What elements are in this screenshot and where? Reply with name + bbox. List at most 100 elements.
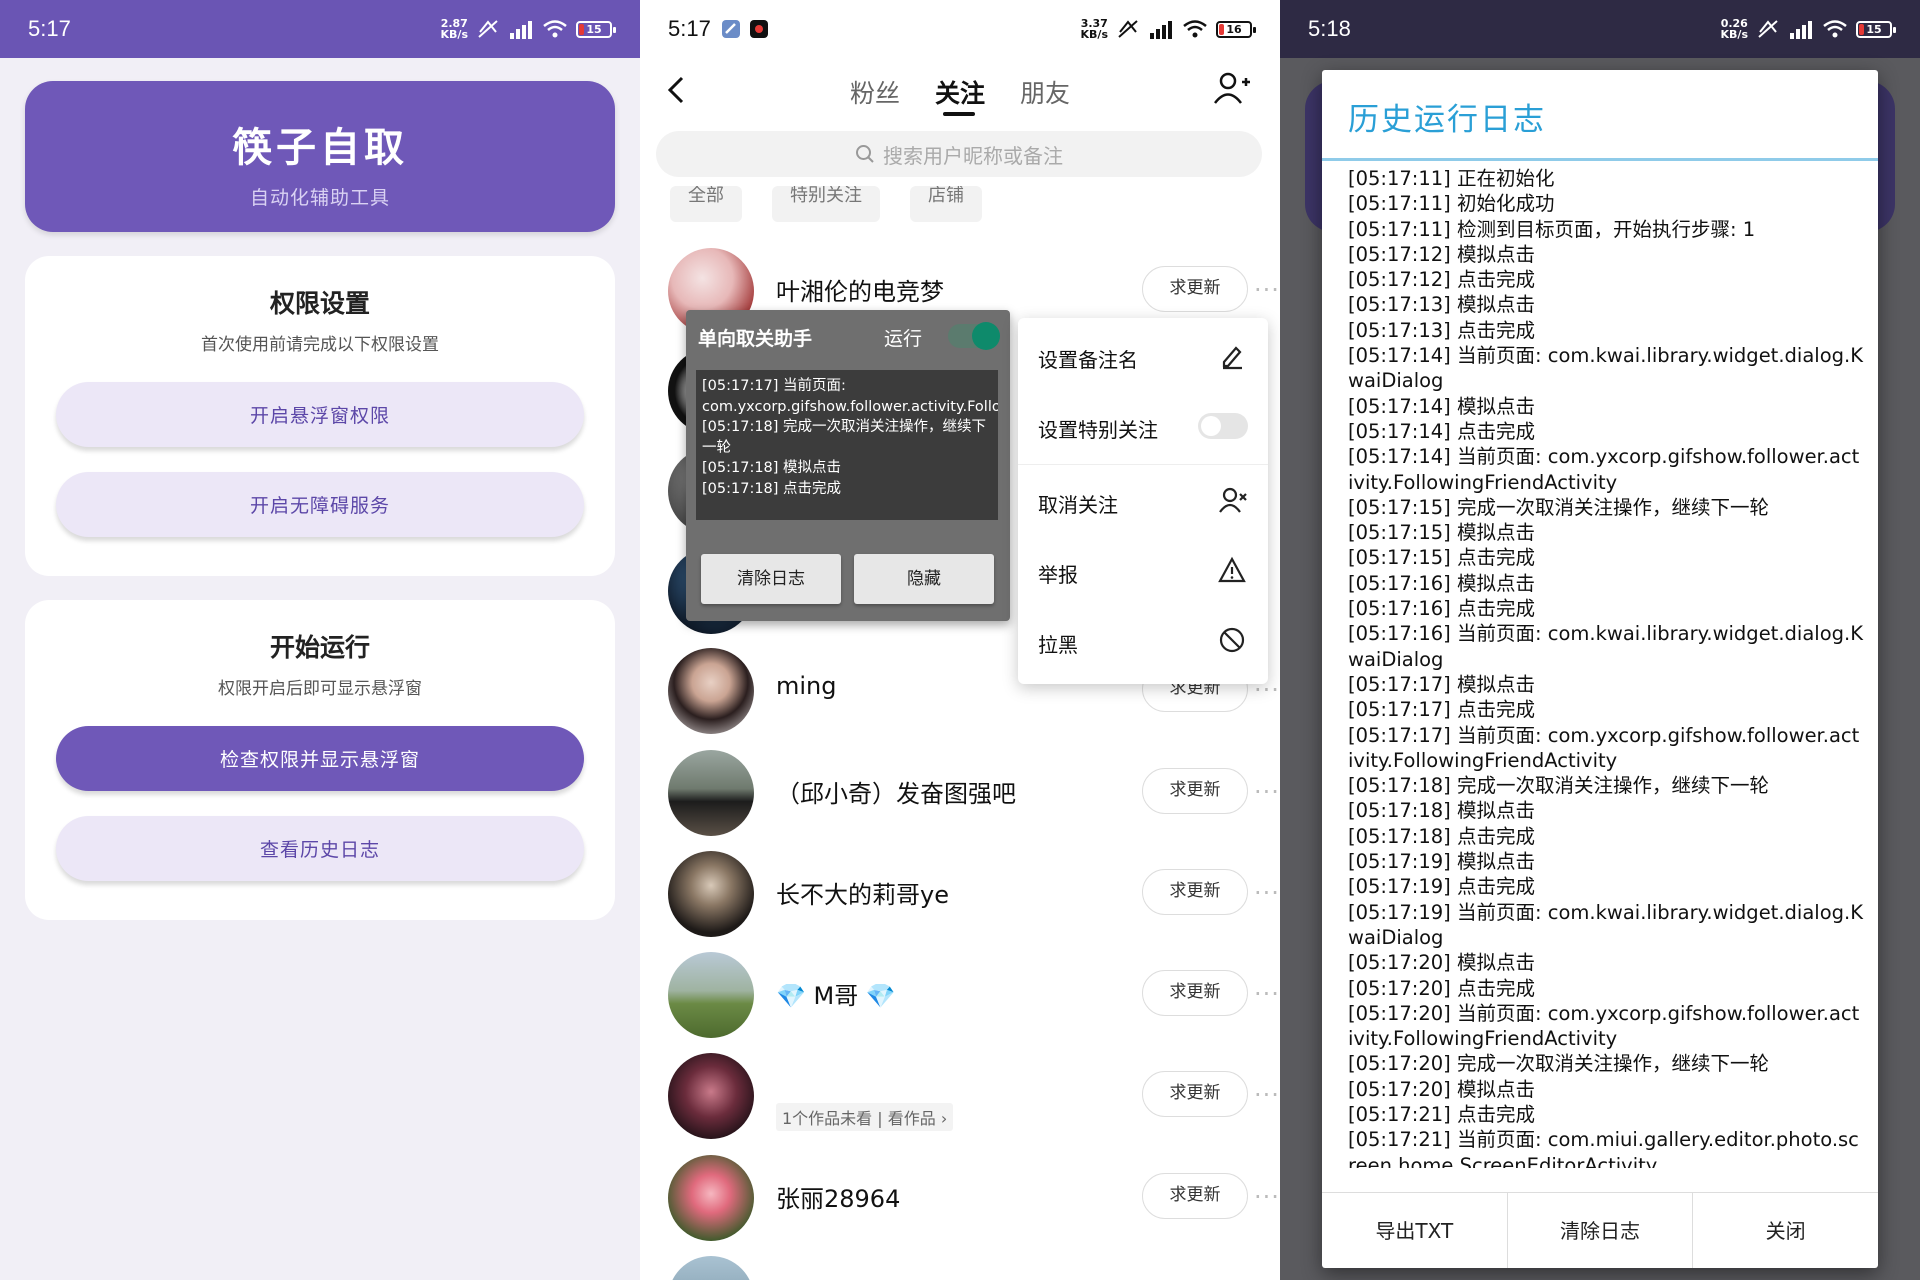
avatar[interactable] <box>668 851 754 937</box>
app-subtitle: 自动化辅助工具 <box>249 187 390 209</box>
add-friend-icon[interactable] <box>1212 70 1252 106</box>
request-update-button[interactable]: 求更新 <box>1142 869 1248 915</box>
user-name: （邱小奇）发奋图强吧 <box>776 780 1016 808</box>
app-title: 筷子自取 <box>232 125 408 171</box>
request-update-button[interactable]: 求更新 <box>1142 970 1248 1016</box>
log-line: [05:17:20] 当前页面: com.yxcorp.gifshow.foll… <box>1348 1001 1860 1051</box>
history-log-dialog: 历史运行日志 [05:17:11] 正在初始化 [05:17:11] 初始化成功[… <box>1322 70 1878 1268</box>
log-list[interactable]: [05:17:11] 正在初始化 [05:17:11] 初始化成功 [05:17:1… <box>1348 166 1864 1168</box>
clear-log-button[interactable]: 清除日志 <box>1508 1193 1694 1268</box>
enable-accessibility-button[interactable]: 开启无障碍服务 <box>56 472 584 537</box>
back-arrow-icon[interactable] <box>664 74 690 106</box>
more-icon[interactable]: ··· <box>1254 980 1280 1008</box>
close-button[interactable]: 关闭 <box>1693 1193 1878 1268</box>
user-name: 💎 M哥 💎 <box>776 982 896 1010</box>
run-card: 开始运行 权限开启后即可显示悬浮窗 检查权限并显示悬浮窗 查看历史日志 <box>25 600 615 920</box>
menu-item-set-remark[interactable]: 设置备注名 <box>1038 344 1138 373</box>
log-line: [05:17:20] 模拟点击 <box>1348 951 1535 975</box>
log-line: [05:17:20] 点击完成 <box>1348 976 1535 1000</box>
menu-divider <box>1018 464 1268 465</box>
log-line: [05:17:11] 初始化成功 <box>1348 192 1555 216</box>
status-bar: 5:17 3.37 KB/s 16 <box>640 0 1280 58</box>
helper-log: [05:17:17] 当前页面: com.yxcorp.gifshow.foll… <box>696 370 998 520</box>
log-line: [05:17:14] 点击完成 <box>1348 419 1535 443</box>
view-history-button[interactable]: 查看历史日志 <box>56 816 584 881</box>
user-name: 长不大的莉哥ye <box>776 881 949 909</box>
check-permission-button[interactable]: 检查权限并显示悬浮窗 <box>56 726 584 791</box>
clear-log-button[interactable]: 清除日志 <box>701 554 841 604</box>
more-icon[interactable]: ··· <box>1254 1081 1280 1109</box>
special-follow-toggle[interactable] <box>1198 413 1248 439</box>
more-icon[interactable]: ··· <box>1254 778 1280 806</box>
avatar[interactable] <box>668 648 754 734</box>
list-item[interactable]: （邱小奇）发奋图强吧 求更新 ··· <box>668 750 1279 838</box>
list-item[interactable]: 张丽28964 求更新 ··· <box>668 1155 1279 1243</box>
permission-title: 权限设置 <box>269 289 370 318</box>
tab-friends[interactable]: 朋友 <box>1020 74 1070 110</box>
avatar[interactable] <box>668 952 754 1038</box>
log-line: [05:17:15] 模拟点击 <box>1348 521 1535 545</box>
log-line: [05:17:16] 当前页面: com.kwai.library.widget… <box>1348 622 1863 671</box>
avatar[interactable] <box>668 1155 754 1241</box>
chip-all[interactable]: 全部 <box>670 186 742 222</box>
run-title: 开始运行 <box>269 633 370 662</box>
log-line: [05:17:16] 模拟点击 <box>1348 571 1535 595</box>
menu-item-unfollow[interactable]: 取消关注 <box>1038 489 1118 518</box>
log-line: [05:17:17] 点击完成 <box>1348 698 1535 722</box>
enable-overlay-button[interactable]: 开启悬浮窗权限 <box>56 382 584 447</box>
dialog-actions: 导出TXT 清除日志 关闭 <box>1322 1192 1878 1268</box>
status-icons: 0.26 KB/s 15 <box>1721 18 1896 40</box>
list-item[interactable]: 1个作品未看 | 看作品 › 求更新 ··· <box>668 1053 1279 1141</box>
permission-desc: 首次使用前请完成以下权限设置 <box>201 335 439 355</box>
log-line: [05:17:19] 当前页面: com.kwai.library.widget… <box>1348 900 1863 949</box>
battery-icon: 15 <box>1856 20 1896 38</box>
mute-icon <box>1758 20 1778 38</box>
user-action-menu: 设置备注名 设置特别关注 取消关注 举报 拉黑 <box>1018 318 1268 684</box>
hide-button[interactable]: 隐藏 <box>854 554 994 604</box>
avatar[interactable] <box>668 750 754 836</box>
wifi-icon <box>1823 20 1847 38</box>
battery-icon: 16 <box>1216 20 1256 38</box>
mute-icon <box>478 20 498 38</box>
wifi-icon <box>1183 20 1207 38</box>
log-line: [05:17:15] 点击完成 <box>1348 546 1535 570</box>
search-input[interactable]: 搜索用户昵称或备注 <box>656 131 1262 177</box>
avatar[interactable] <box>668 1256 754 1280</box>
app-home-screen: 5:17 2.87 KB/s 15 筷子自取 自动化辅助工具 权限设置 首次使用前… <box>0 0 640 1280</box>
chip-shop[interactable]: 店铺 <box>910 186 982 222</box>
status-icons: 2.87 KB/s 15 <box>441 18 616 40</box>
tab-following[interactable]: 关注 <box>935 74 985 110</box>
export-txt-button[interactable]: 导出TXT <box>1322 1193 1508 1268</box>
history-log-screen: 5:18 0.26 KB/s 15 历史运行日志 [05:17:11] 正在初始化… <box>1280 0 1920 1280</box>
log-line: [05:17:18] 完成一次取消关注操作，继续下一轮 <box>1348 774 1769 798</box>
log-line: [05:17:19] 模拟点击 <box>1348 850 1535 874</box>
request-update-button[interactable]: 求更新 <box>1142 266 1248 312</box>
list-item[interactable]: 💎 M哥 💎 求更新 ··· <box>668 952 1279 1040</box>
request-update-button[interactable]: 求更新 <box>1142 1071 1248 1117</box>
signal-icon <box>510 21 532 39</box>
warning-icon <box>1218 556 1246 583</box>
app-shortcut-icon <box>749 20 768 38</box>
mute-icon <box>1118 20 1138 38</box>
tab-fans[interactable]: 粉丝 <box>850 74 900 110</box>
avatar[interactable] <box>668 1053 754 1139</box>
more-icon[interactable]: ··· <box>1254 276 1280 304</box>
log-line: [05:17:19] 点击完成 <box>1348 875 1535 899</box>
more-icon[interactable]: ··· <box>1254 879 1280 907</box>
list-item[interactable]: 长不大的莉哥ye 求更新 ··· <box>668 851 1279 939</box>
floating-helper-window[interactable]: 单向取关助手 运行 [05:17:17] 当前页面: com.yxcorp.gi… <box>686 310 1010 621</box>
unwatched-works-link[interactable]: 1个作品未看 | 看作品 › <box>776 1103 954 1131</box>
menu-item-special-follow[interactable]: 设置特别关注 <box>1038 414 1158 443</box>
more-icon[interactable]: ··· <box>1254 1183 1280 1211</box>
status-time: 5:17 <box>668 16 711 41</box>
list-item[interactable] <box>668 1256 1268 1280</box>
log-line: [05:17:16] 点击完成 <box>1348 597 1535 621</box>
request-update-button[interactable]: 求更新 <box>1142 768 1248 814</box>
request-update-button[interactable]: 求更新 <box>1142 1173 1248 1219</box>
menu-item-block[interactable]: 拉黑 <box>1038 629 1078 658</box>
chip-special[interactable]: 特别关注 <box>772 186 880 222</box>
search-icon <box>856 145 874 163</box>
run-toggle[interactable] <box>948 322 1000 350</box>
menu-item-report[interactable]: 举报 <box>1038 559 1078 588</box>
log-line: [05:17:13] 模拟点击 <box>1348 293 1535 317</box>
